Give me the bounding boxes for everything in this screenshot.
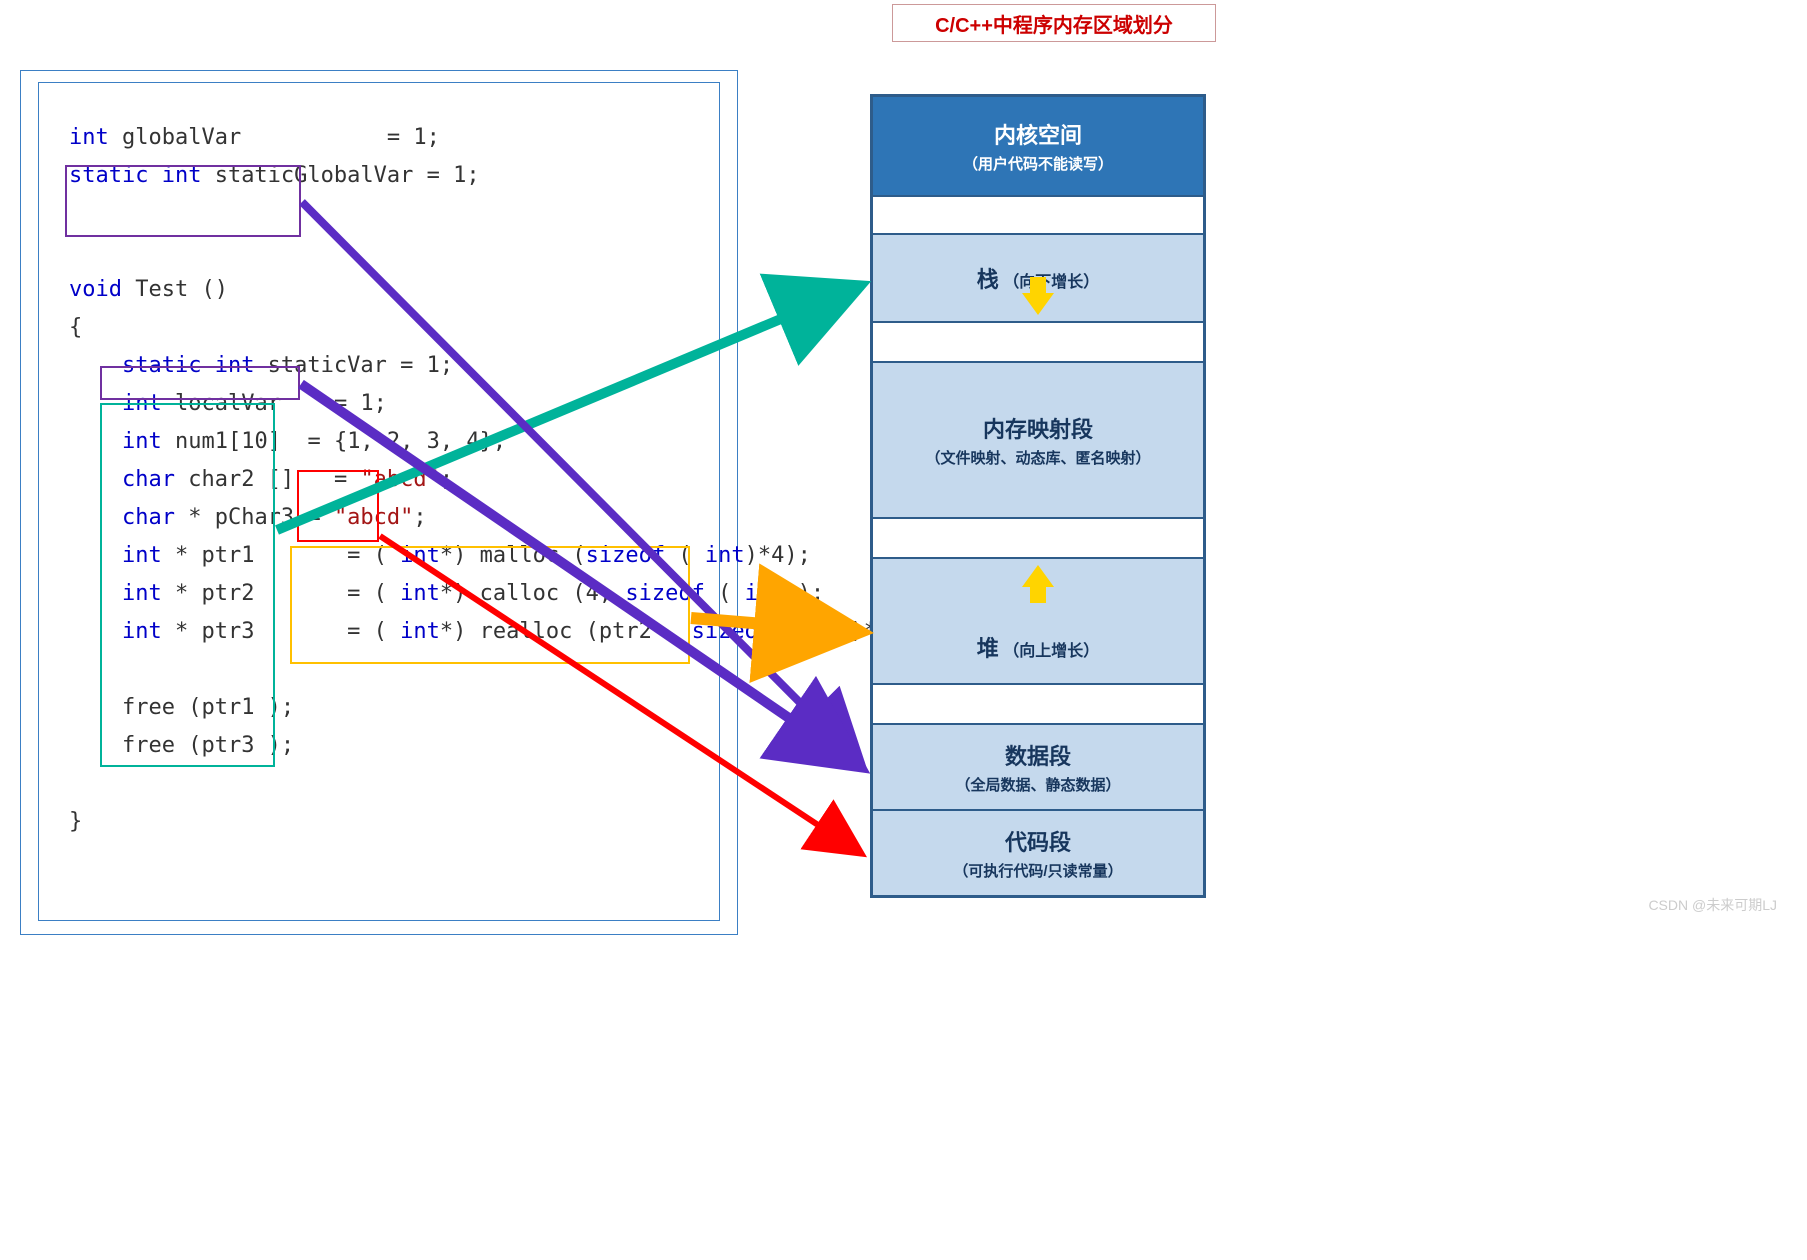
txt: )*4); [745, 543, 811, 568]
region-gap [872, 518, 1204, 558]
region-heap: 堆 （向上增长） [872, 558, 1204, 684]
kw: int [400, 543, 440, 568]
stmt: free (ptr1 ); [122, 695, 294, 720]
var: localVar [162, 391, 281, 416]
code-block: int globalVar = 1; static int staticGlob… [69, 119, 689, 841]
diagram-title: C/C++中程序内存区域划分 [935, 9, 1173, 38]
kw-static-int: static int [122, 353, 254, 378]
kw: int [705, 543, 745, 568]
kw-int: int [69, 125, 109, 150]
region-title: 内核空间 [994, 118, 1082, 150]
str: "abcd" [334, 505, 413, 530]
region-mmap: 内存映射段 （文件映射、动态库、匿名映射） [872, 362, 1204, 518]
stmt: free (ptr3 ); [122, 733, 294, 758]
watermark-text: CSDN @未来可期LJ [1648, 895, 1777, 915]
kw: int [745, 581, 785, 606]
txt: *) malloc ( [440, 543, 586, 568]
kw-char: char [122, 505, 175, 530]
region-sub: （向上增长） [1003, 643, 1099, 660]
region-gap [872, 322, 1204, 362]
region-code: 代码段 （可执行代码/只读常量） [872, 810, 1204, 896]
var: * pChar3 [175, 505, 294, 530]
txt: ( [771, 619, 798, 644]
txt: *) realloc (ptr2 , [440, 619, 692, 644]
region-gap [872, 684, 1204, 724]
kw-int: int [122, 619, 162, 644]
kw: sizeof [625, 581, 704, 606]
kw: int [400, 619, 440, 644]
kw: int [798, 619, 838, 644]
region-sub: （可执行代码/只读常量） [953, 860, 1122, 881]
fn-name: Test () [122, 277, 228, 302]
arrow-down-icon [1022, 293, 1054, 315]
region-data: 数据段 （全局数据、静态数据） [872, 724, 1204, 810]
code-inner-frame: int globalVar = 1; static int staticGlob… [38, 82, 720, 921]
region-sub: （用户代码不能读写） [963, 153, 1113, 174]
brace: } [69, 809, 82, 834]
kw-void: void [69, 277, 122, 302]
eq: = [307, 505, 334, 530]
semi: ; [440, 467, 453, 492]
assign: = 1; [427, 163, 480, 188]
kw: sizeof [692, 619, 771, 644]
var: globalVar [109, 125, 241, 150]
memory-table: 内核空间 （用户代码不能读写） 栈 （向下增长） 内存映射段 （文件映射、动态库… [870, 94, 1206, 898]
region-title: 数据段 [1005, 739, 1071, 771]
region-title: 内存映射段 [983, 412, 1093, 444]
eq: = ( [347, 543, 400, 568]
region-title: 栈 [977, 267, 999, 292]
txt: *) calloc (4, [440, 581, 625, 606]
region-gap [872, 196, 1204, 234]
txt: ( [665, 543, 705, 568]
region-kernel: 内核空间 （用户代码不能读写） [872, 96, 1204, 196]
kw-char: char [122, 467, 175, 492]
kw-static-int: static int [69, 163, 201, 188]
assign: = 1; [387, 125, 440, 150]
txt: )); [784, 581, 824, 606]
txt: ( [705, 581, 745, 606]
region-sub: （文件映射、动态库、匿名映射） [925, 447, 1150, 468]
assign: = {1, 2, 3, 4}; [307, 429, 506, 454]
region-title: 代码段 [1005, 825, 1071, 857]
kw: sizeof [586, 543, 665, 568]
eq: = [334, 467, 361, 492]
eq: = ( [347, 581, 400, 606]
assign: = 1; [400, 353, 453, 378]
var: staticGlobalVar [201, 163, 413, 188]
var: * ptr2 [162, 581, 255, 606]
str: "abcd" [360, 467, 439, 492]
var: char2 [] [175, 467, 294, 492]
kw-int: int [122, 581, 162, 606]
semi: ; [413, 505, 426, 530]
region-sub: （向下增长） [1003, 274, 1099, 291]
kw-int: int [122, 543, 162, 568]
var: * ptr1 [162, 543, 255, 568]
var: * ptr3 [162, 619, 255, 644]
region-sub: （全局数据、静态数据） [955, 774, 1120, 795]
diagram-title-box: C/C++中程序内存区域划分 [892, 4, 1216, 42]
kw: int [400, 581, 440, 606]
region-title: 堆 [977, 636, 999, 661]
assign: = 1; [334, 391, 387, 416]
region-stack: 栈 （向下增长） [872, 234, 1204, 322]
kw-int: int [122, 391, 162, 416]
kw-int: int [122, 429, 162, 454]
var: staticVar [254, 353, 386, 378]
var: num1[10] [162, 429, 281, 454]
arrow-up-icon [1022, 565, 1054, 587]
brace: { [69, 315, 82, 340]
eq: = ( [347, 619, 400, 644]
